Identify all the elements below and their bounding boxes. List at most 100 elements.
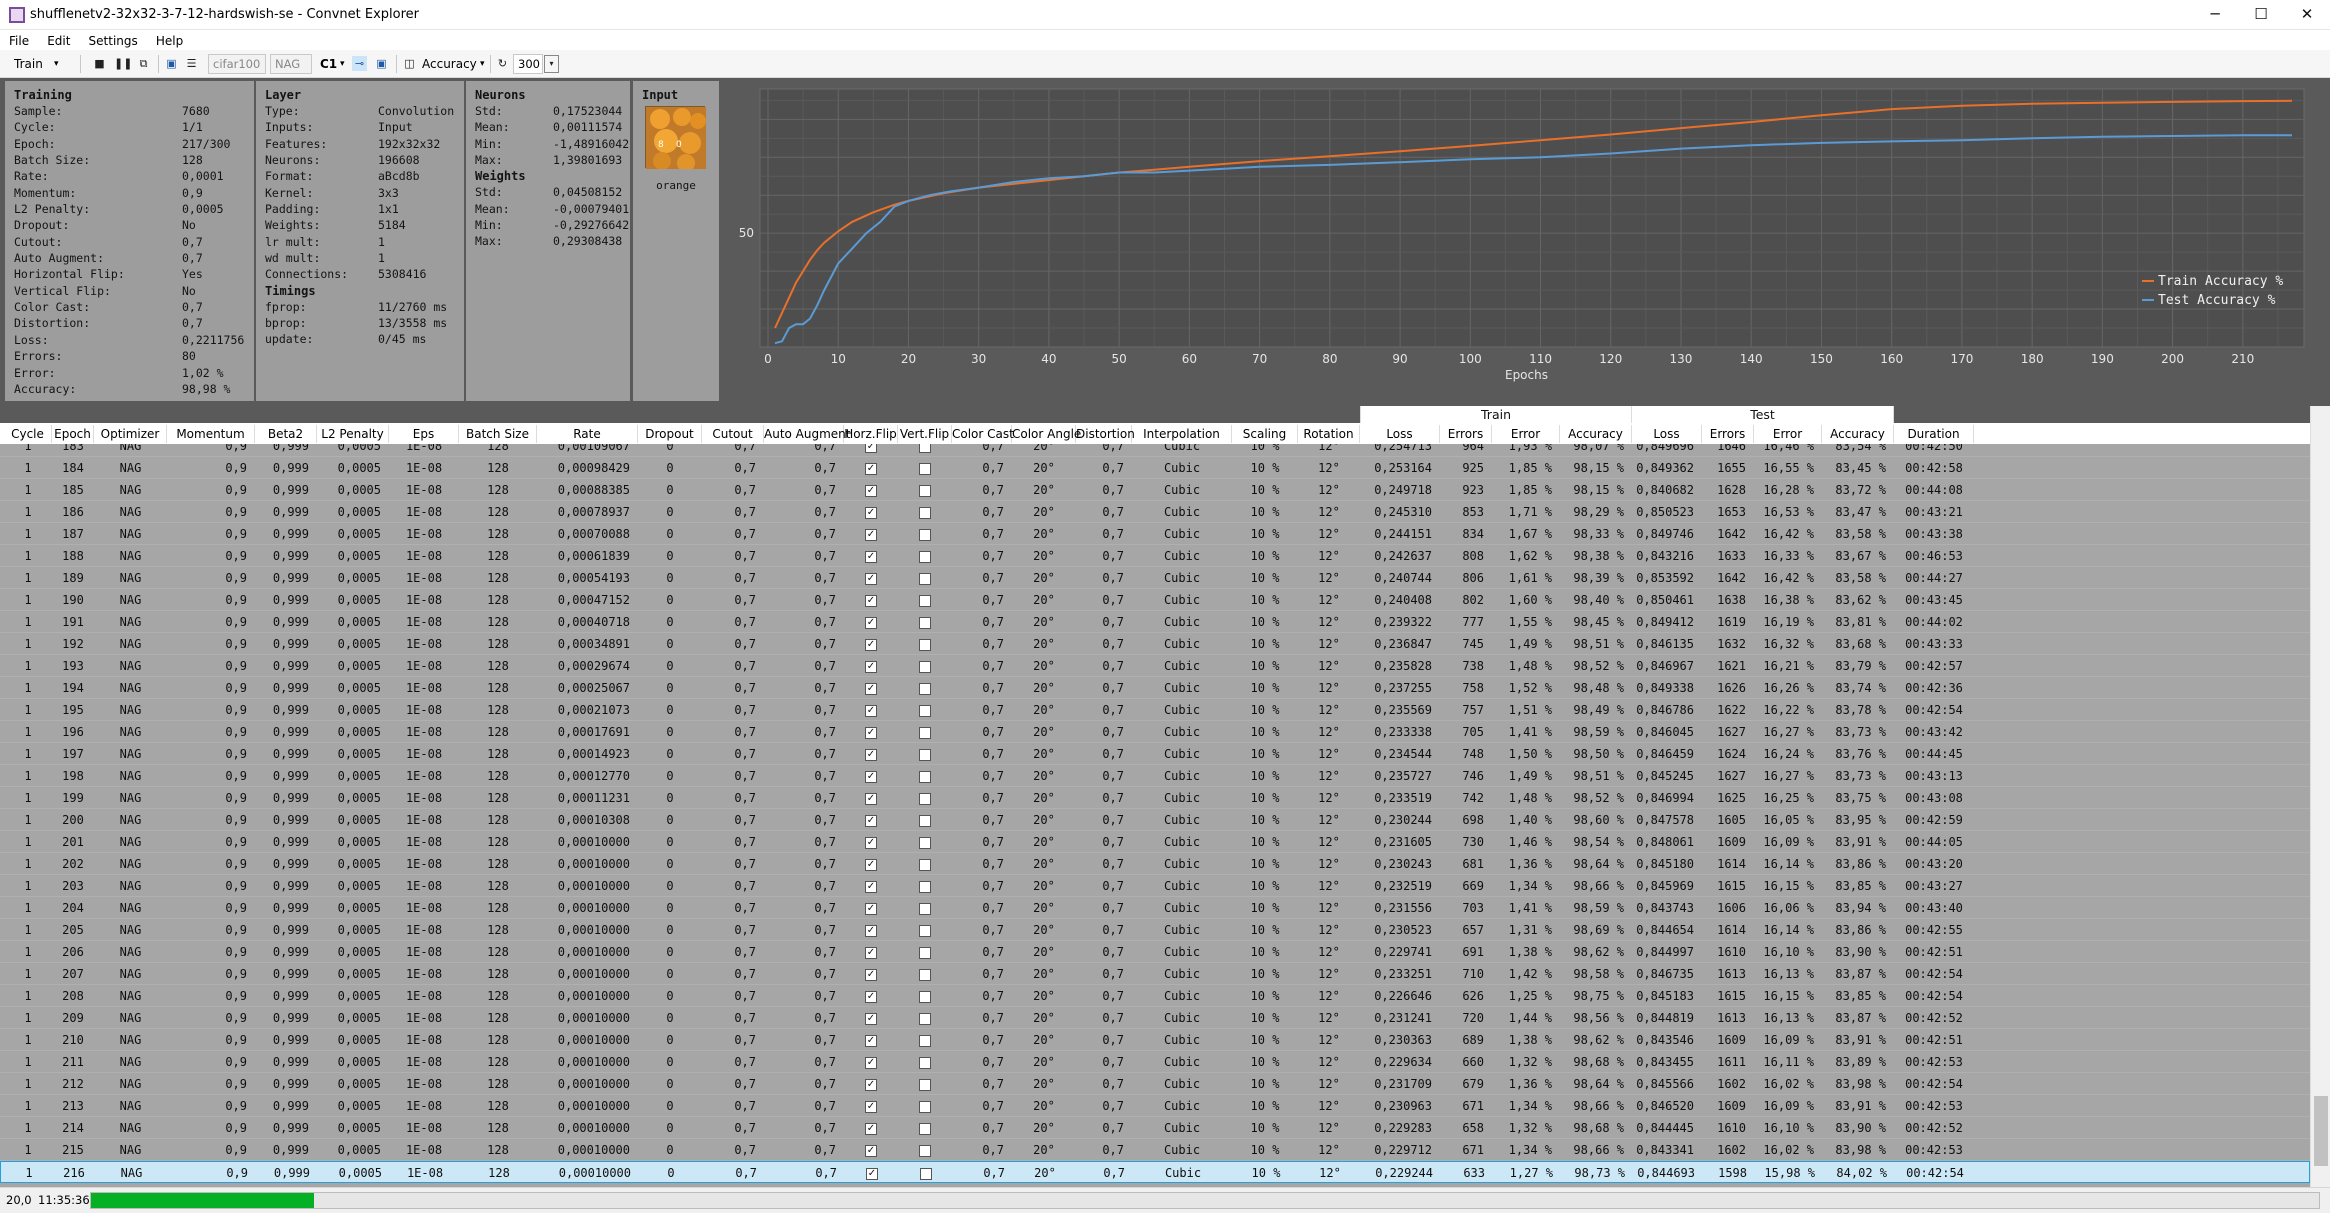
vert-flip-checkbox[interactable] — [898, 1051, 952, 1073]
checkbox-checked-icon[interactable]: ✓ — [865, 550, 877, 563]
vert-flip-checkbox[interactable] — [898, 567, 952, 589]
checkbox-empty-icon[interactable] — [919, 858, 931, 871]
vert-flip-checkbox[interactable] — [898, 1007, 952, 1029]
horz-flip-checkbox[interactable]: ✓ — [844, 941, 898, 963]
table-row[interactable]: 1 196 NAG 0,9 0,999 0,0005 1E-08 128 0,00017691 0… — [0, 721, 2310, 743]
vert-flip-checkbox[interactable] — [898, 941, 952, 963]
checkbox-empty-icon[interactable] — [919, 572, 931, 585]
vert-flip-checkbox[interactable] — [898, 809, 952, 831]
checkbox-checked-icon[interactable]: ✓ — [865, 1078, 877, 1091]
table-row[interactable]: 1 188 NAG 0,9 0,999 0,0005 1E-08 128 0,00061839 0… — [0, 545, 2310, 567]
table-row[interactable]: 1 190 NAG 0,9 0,999 0,0005 1E-08 128 0,00047152 0… — [0, 589, 2310, 611]
column-header-errors[interactable]: Errors — [1702, 425, 1754, 443]
column-header-horz-flip[interactable]: Horz.Flip — [844, 425, 898, 443]
horz-flip-checkbox[interactable]: ✓ — [844, 1095, 898, 1117]
checkbox-checked-icon[interactable]: ✓ — [865, 506, 877, 519]
pause-icon[interactable]: ❚❚ — [114, 56, 132, 71]
column-header-errors[interactable]: Errors — [1440, 425, 1492, 443]
horz-flip-checkbox[interactable]: ✓ — [844, 655, 898, 677]
checkbox-checked-icon[interactable]: ✓ — [865, 638, 877, 651]
table-row[interactable]: 1 205 NAG 0,9 0,999 0,0005 1E-08 128 0,00010000 0… — [0, 919, 2310, 941]
column-header-auto-augment[interactable]: Auto Augment — [764, 425, 851, 443]
scrollbar-thumb[interactable] — [2314, 1096, 2328, 1166]
table-row[interactable]: 1 204 NAG 0,9 0,999 0,0005 1E-08 128 0,00010000 0… — [0, 897, 2310, 919]
checkbox-empty-icon[interactable] — [919, 682, 931, 695]
checkbox-checked-icon[interactable]: ✓ — [865, 1056, 877, 1069]
table-row[interactable]: 1 201 NAG 0,9 0,999 0,0005 1E-08 128 0,00010000 0… — [0, 831, 2310, 853]
column-header-accuracy[interactable]: Accuracy — [1822, 425, 1894, 443]
vert-flip-checkbox[interactable] — [898, 1073, 952, 1095]
epochs-table[interactable]: 1 183 NAG 0,9 0,999 0,0005 1E-08 128 0,00109067 0… — [0, 444, 2310, 1187]
checkbox-empty-icon[interactable] — [919, 968, 931, 981]
table-row[interactable]: 1 198 NAG 0,9 0,999 0,0005 1E-08 128 0,00012770 0… — [0, 765, 2310, 787]
checkbox-checked-icon[interactable]: ✓ — [865, 1100, 877, 1113]
checkbox-checked-icon[interactable]: ✓ — [865, 836, 877, 849]
column-header-color-angle[interactable]: Color Angle — [1012, 425, 1081, 443]
horz-flip-checkbox[interactable]: ✓ — [844, 963, 898, 985]
checkbox-checked-icon[interactable]: ✓ — [865, 462, 877, 475]
checkbox-checked-icon[interactable]: ✓ — [865, 858, 877, 871]
stop-icon[interactable]: ■ — [92, 56, 107, 71]
checkbox-checked-icon[interactable]: ✓ — [865, 1122, 877, 1135]
vert-flip-checkbox[interactable] — [898, 545, 952, 567]
horz-flip-checkbox[interactable]: ✓ — [844, 633, 898, 655]
table-row[interactable]: 1 210 NAG 0,9 0,999 0,0005 1E-08 128 0,00010000 0… — [0, 1029, 2310, 1051]
table-row[interactable]: 1 195 NAG 0,9 0,999 0,0005 1E-08 128 0,00021073 0… — [0, 699, 2310, 721]
table-row[interactable]: 1 192 NAG 0,9 0,999 0,0005 1E-08 128 0,00034891 0… — [0, 633, 2310, 655]
checkbox-empty-icon[interactable] — [919, 638, 931, 651]
refresh-icon[interactable]: ↻ — [495, 56, 510, 71]
checkbox-empty-icon[interactable] — [919, 792, 931, 805]
column-header-error[interactable]: Error — [1492, 425, 1560, 443]
vert-flip-checkbox[interactable] — [898, 589, 952, 611]
checkbox-empty-icon[interactable] — [919, 704, 931, 717]
horz-flip-checkbox[interactable]: ✓ — [844, 1007, 898, 1029]
table-row[interactable]: 1 216 NAG 0,9 0,999 0,0005 1E-08 128 0,00010000 0… — [0, 1161, 2310, 1183]
table-row[interactable]: 1 215 NAG 0,9 0,999 0,0005 1E-08 128 0,00010000 0… — [0, 1139, 2310, 1161]
checkbox-empty-icon[interactable] — [919, 506, 931, 519]
vert-flip-checkbox[interactable] — [898, 1095, 952, 1117]
table-row[interactable]: 1 184 NAG 0,9 0,999 0,0005 1E-08 128 0,00098429 0… — [0, 457, 2310, 479]
column-header-scaling[interactable]: Scaling — [1232, 425, 1298, 443]
column-header-duration[interactable]: Duration — [1894, 425, 1974, 443]
column-header-interpolation[interactable]: Interpolation — [1132, 425, 1232, 443]
horz-flip-checkbox[interactable]: ✓ — [844, 1051, 898, 1073]
checkbox-checked-icon[interactable]: ✓ — [865, 880, 877, 893]
column-header-cutout[interactable]: Cutout — [702, 425, 764, 443]
table-row[interactable]: 1 183 NAG 0,9 0,999 0,0005 1E-08 128 0,00109067 0… — [0, 444, 2310, 457]
column-header-rotation[interactable]: Rotation — [1298, 425, 1360, 443]
checkbox-checked-icon[interactable]: ✓ — [865, 682, 877, 695]
checkbox-empty-icon[interactable] — [919, 528, 931, 541]
table-row[interactable]: 1 197 NAG 0,9 0,999 0,0005 1E-08 128 0,00014923 0… — [0, 743, 2310, 765]
horz-flip-checkbox[interactable]: ✓ — [844, 1029, 898, 1051]
horz-flip-checkbox[interactable]: ✓ — [844, 523, 898, 545]
column-header-error[interactable]: Error — [1754, 425, 1822, 443]
vert-flip-checkbox[interactable] — [898, 633, 952, 655]
maximize-button[interactable]: ☐ — [2238, 0, 2284, 30]
checkbox-empty-icon[interactable] — [919, 594, 931, 607]
vert-flip-checkbox[interactable] — [898, 831, 952, 853]
vert-flip-checkbox[interactable] — [898, 699, 952, 721]
vert-flip-checkbox[interactable] — [898, 985, 952, 1007]
layer-dropdown[interactable]: C1 ▾ — [320, 54, 350, 74]
menu-file[interactable]: File — [9, 31, 29, 51]
table-row[interactable]: 1 189 NAG 0,9 0,999 0,0005 1E-08 128 0,00054193 0… — [0, 567, 2310, 589]
checkbox-empty-icon[interactable] — [919, 1122, 931, 1135]
table-row[interactable]: 1 194 NAG 0,9 0,999 0,0005 1E-08 128 0,00025067 0… — [0, 677, 2310, 699]
horz-flip-checkbox[interactable]: ✓ — [844, 985, 898, 1007]
save-icon[interactable]: ▣ — [164, 56, 179, 71]
link-icon[interactable]: ⊸ — [352, 56, 367, 71]
checkbox-empty-icon[interactable] — [919, 814, 931, 827]
horz-flip-checkbox[interactable]: ✓ — [845, 1162, 899, 1184]
horz-flip-checkbox[interactable]: ✓ — [844, 699, 898, 721]
column-header-accuracy[interactable]: Accuracy — [1560, 425, 1632, 443]
checkbox-checked-icon[interactable]: ✓ — [865, 572, 877, 585]
table-row[interactable]: 1 191 NAG 0,9 0,999 0,0005 1E-08 128 0,00040718 0… — [0, 611, 2310, 633]
horz-flip-checkbox[interactable]: ✓ — [844, 479, 898, 501]
checkbox-empty-icon[interactable] — [919, 990, 931, 1003]
horz-flip-checkbox[interactable]: ✓ — [844, 743, 898, 765]
horz-flip-checkbox[interactable]: ✓ — [844, 875, 898, 897]
checkbox-empty-icon[interactable] — [919, 836, 931, 849]
checkbox-checked-icon[interactable]: ✓ — [865, 1012, 877, 1025]
column-header-epoch[interactable]: Epoch — [52, 425, 94, 443]
checkbox-checked-icon[interactable]: ✓ — [866, 1167, 878, 1180]
